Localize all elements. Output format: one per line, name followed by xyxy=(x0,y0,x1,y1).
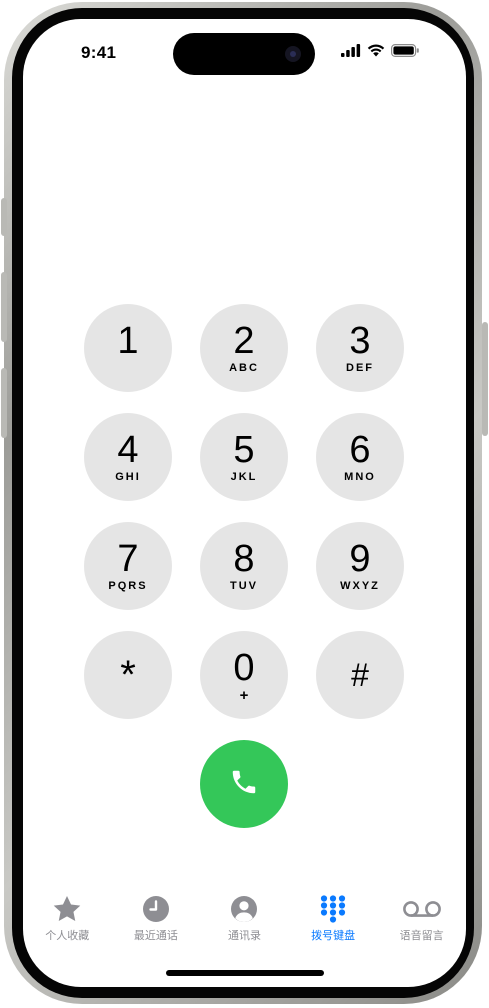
home-indicator[interactable] xyxy=(166,970,324,976)
key-letters: GHI xyxy=(115,470,141,483)
volume-down-button xyxy=(1,368,7,438)
key-digit: 7 xyxy=(117,537,139,580)
key-digit: 9 xyxy=(349,537,371,580)
key-4[interactable]: 4 GHI xyxy=(84,413,172,501)
front-camera xyxy=(285,46,301,62)
key-6[interactable]: 6 MNO xyxy=(316,413,404,501)
key-letters: PQRS xyxy=(108,579,148,592)
key-digit: 2 xyxy=(233,319,255,362)
tab-label: 拨号键盘 xyxy=(311,930,356,942)
key-digit: * xyxy=(120,653,136,697)
cellular-signal-icon xyxy=(341,44,361,62)
key-letters: JKL xyxy=(230,470,258,483)
tab-recents[interactable]: 最近通话 xyxy=(112,894,201,954)
key-2[interactable]: 2 ABC xyxy=(200,304,288,392)
key-digit: 8 xyxy=(233,537,255,580)
key-digit: 0 xyxy=(233,646,255,689)
tab-label: 语音留言 xyxy=(399,930,444,942)
key-digit: 1 xyxy=(117,319,139,362)
key-1[interactable]: 1 xyxy=(84,304,172,392)
key-0[interactable]: 0 + xyxy=(200,631,288,719)
key-3[interactable]: 3 DEF xyxy=(316,304,404,392)
key-7[interactable]: 7 PQRS xyxy=(84,522,172,610)
key-9[interactable]: 9 WXYZ xyxy=(316,522,404,610)
tab-keypad[interactable]: 拨号键盘 xyxy=(289,894,378,954)
key-8[interactable]: 8 TUV xyxy=(200,522,288,610)
tab-favorites[interactable]: 个人收藏 xyxy=(23,894,112,954)
key-letters: ABC xyxy=(229,361,259,374)
tab-bar: 个人收藏 最近通话 通讯录 拨号键盘 语音留言 xyxy=(23,894,466,954)
key-star[interactable]: * xyxy=(84,631,172,719)
tab-label: 个人收藏 xyxy=(45,930,90,942)
status-icons xyxy=(341,44,420,62)
call-button[interactable] xyxy=(200,740,288,828)
key-letters: MNO xyxy=(344,470,376,483)
keypad-grid-icon xyxy=(319,894,347,924)
dynamic-island xyxy=(173,33,315,75)
key-digit: 4 xyxy=(117,428,139,471)
action-button xyxy=(1,198,7,236)
key-letters: WXYZ xyxy=(340,579,380,592)
person-circle-icon xyxy=(230,894,258,924)
key-letters: TUV xyxy=(230,579,258,592)
star-icon xyxy=(52,894,82,924)
phone-handset-icon xyxy=(229,767,259,802)
side-button xyxy=(482,322,488,436)
voicemail-icon xyxy=(402,894,442,924)
status-time: 9:41 xyxy=(81,43,117,62)
wifi-icon xyxy=(367,44,385,62)
key-digit: 3 xyxy=(349,319,371,362)
volume-up-button xyxy=(1,272,7,342)
key-digit: # xyxy=(351,657,369,693)
battery-icon xyxy=(391,44,420,62)
tab-voicemail[interactable]: 语音留言 xyxy=(377,894,466,954)
key-letters: + xyxy=(239,686,249,704)
clock-icon xyxy=(142,894,170,924)
key-digit: 5 xyxy=(233,428,255,471)
tab-label: 通讯录 xyxy=(227,930,261,942)
key-5[interactable]: 5 JKL xyxy=(200,413,288,501)
tab-contacts[interactable]: 通讯录 xyxy=(200,894,289,954)
key-hash[interactable]: # xyxy=(316,631,404,719)
key-letters: DEF xyxy=(346,361,374,374)
dial-keypad: 1 2 ABC 3 DEF 4 GHI 5 JKL 6 MNO 7 PQRS 8 xyxy=(84,304,406,719)
tab-label: 最近通话 xyxy=(133,930,178,942)
phone-screen: 9:41 1 2 ABC 3 DEF 4 GHI 5 JKL 6 MNO 7 P… xyxy=(23,19,466,987)
key-digit: 6 xyxy=(349,428,371,471)
